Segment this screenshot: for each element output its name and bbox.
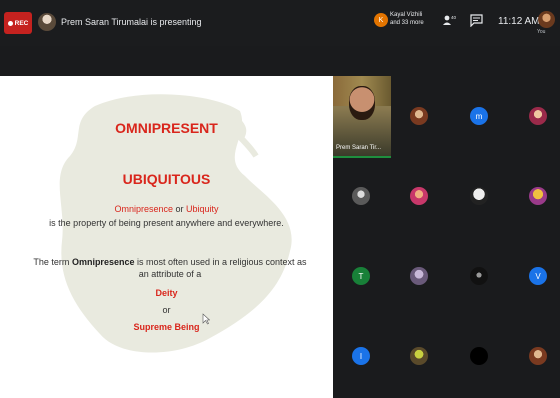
presenting-status: Prem Saran Tirumalai is presenting <box>61 17 202 27</box>
participant-photo-avatar <box>410 107 428 125</box>
participant-photo-avatar <box>470 347 488 365</box>
participant-tile[interactable] <box>391 156 447 236</box>
rec-label: REC <box>14 19 29 27</box>
participant-photo-avatar <box>529 107 547 125</box>
participant-photo-avatar <box>470 187 488 205</box>
record-dot-icon <box>7 20 13 26</box>
presenter-video-tile[interactable]: Prem Saran Tir... <box>333 76 391 158</box>
people-icon[interactable]: 40 <box>442 14 458 28</box>
participant-initial-avatar: m <box>470 107 488 125</box>
participant-initial-avatar: V <box>529 267 547 285</box>
term-supreme-being: Supreme Being <box>133 322 200 332</box>
participant-photo-avatar <box>410 347 428 365</box>
participant-tile[interactable] <box>391 236 447 316</box>
slide-title-ubiquitous: UBIQUITOUS <box>122 171 211 187</box>
meeting-top-bar: REC Prem Saran Tirumalai is presenting K… <box>0 0 560 46</box>
participant-tile[interactable]: m <box>451 76 507 156</box>
participant-tile[interactable]: I <box>333 316 389 396</box>
self-label: You <box>537 29 546 35</box>
chat-icon[interactable] <box>470 14 483 28</box>
self-avatar[interactable] <box>538 11 555 28</box>
participant-avatar[interactable]: K <box>374 13 388 27</box>
presenter-face <box>349 86 375 120</box>
context-rest: is most often used in a religious contex… <box>134 257 307 279</box>
participant-tile[interactable] <box>510 76 560 156</box>
definition-text: is the property of being present anywher… <box>49 218 284 228</box>
slide-title-omnipresent: OMNIPRESENT <box>115 120 218 136</box>
participants-summary[interactable]: Kayal Vizhili and 33 more <box>390 11 424 27</box>
video-tile-label: Prem Saran Tir... <box>336 145 382 151</box>
participant-initial-avatar: I <box>352 347 370 365</box>
mouse-cursor-icon <box>202 313 210 325</box>
participant-tile[interactable] <box>333 156 389 236</box>
participant-tile[interactable]: V <box>510 236 560 316</box>
participant-tile[interactable] <box>451 156 507 236</box>
context-text: The term Omnipresence is most often used… <box>30 256 310 280</box>
participant-initial-avatar: T <box>352 267 370 285</box>
participant-photo-avatar <box>410 267 428 285</box>
participant-photo-avatar <box>352 187 370 205</box>
participant-tile[interactable] <box>510 156 560 236</box>
context-term: Omnipresence <box>71 257 135 267</box>
presentation-slide: OMNIPRESENT UBIQUITOUS Omnipresence or U… <box>0 76 333 398</box>
participant-photo-avatar <box>410 187 428 205</box>
participant-tile[interactable] <box>391 316 447 396</box>
term-omnipresence: Omnipresence <box>114 204 173 214</box>
clock: 11:12 AM <box>498 16 540 27</box>
participant-more: and 33 more <box>390 20 424 26</box>
participant-tile[interactable] <box>451 236 507 316</box>
presenter-avatar <box>38 13 56 31</box>
participant-photo-avatar <box>529 347 547 365</box>
recording-badge: REC <box>4 12 32 34</box>
participant-tile[interactable] <box>391 76 447 156</box>
term-deity: Deity <box>155 288 178 298</box>
participant-tile[interactable] <box>451 316 507 396</box>
term-ubiquity: Ubiquity <box>186 204 219 214</box>
people-count: 40 <box>451 15 457 20</box>
participant-name: Kayal Vizhili <box>390 12 423 18</box>
definition-terms: Omnipresence or Ubiquity <box>0 204 333 214</box>
connector-or: or <box>162 305 171 315</box>
participant-tile[interactable] <box>510 316 560 396</box>
participant-tile[interactable]: T <box>333 236 389 316</box>
participant-grid: Prem Saran Tir... m T V I <box>333 76 560 398</box>
participant-photo-avatar <box>529 187 547 205</box>
term-or: or <box>173 204 187 214</box>
context-start: The term <box>33 257 72 267</box>
participant-photo-avatar <box>470 267 488 285</box>
